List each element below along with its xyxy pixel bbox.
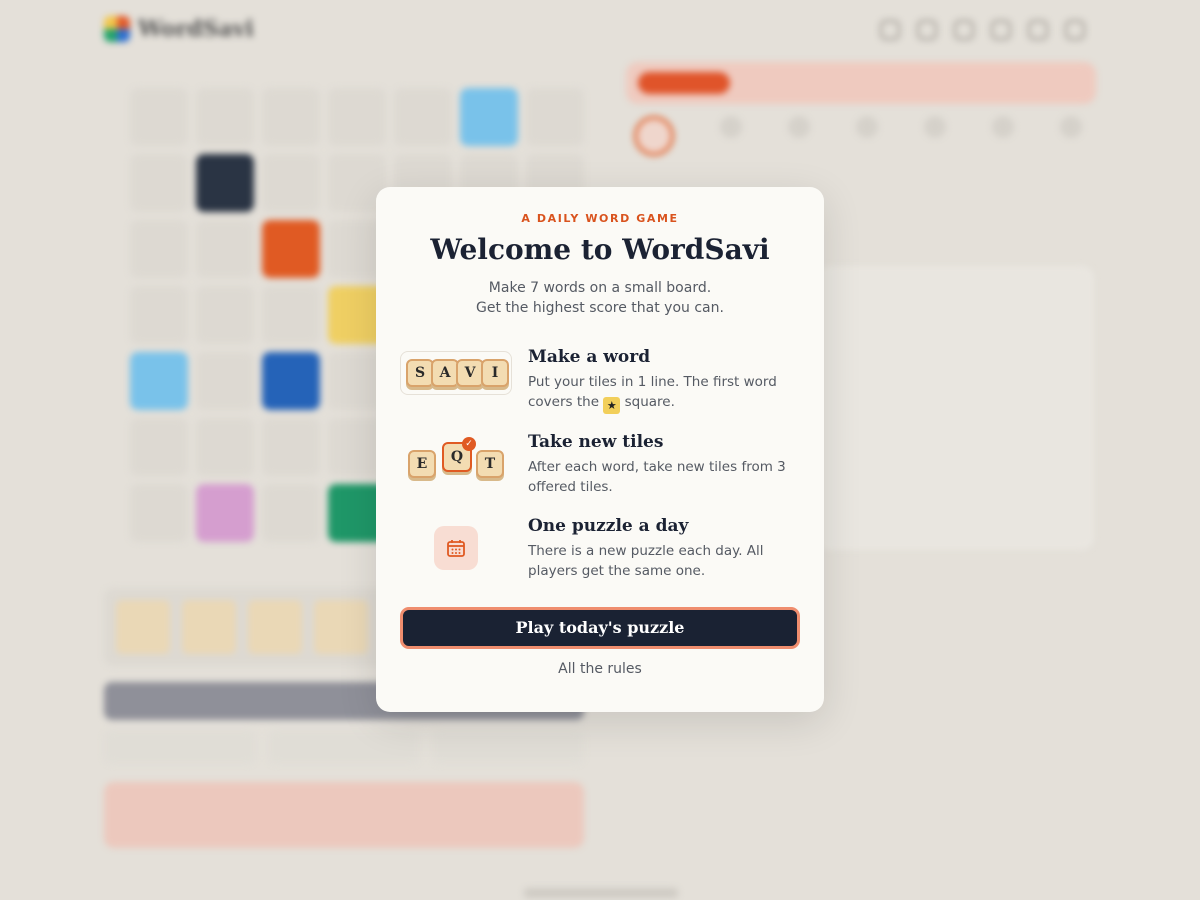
letter-tile: I	[481, 359, 509, 387]
play-todays-puzzle-button[interactable]: Play today's puzzle	[400, 607, 800, 649]
word-progress-steps	[634, 116, 1082, 156]
feature-description: There is a new puzzle each day. All play…	[528, 543, 764, 579]
rules-panel	[816, 266, 1094, 550]
all-rules-link[interactable]: All the rules	[376, 661, 824, 677]
board-cell[interactable]	[526, 88, 584, 146]
feature-title: Take new tiles	[528, 432, 664, 452]
step-marker	[1060, 116, 1082, 138]
board-cell[interactable]	[262, 418, 320, 476]
letter-tile: V	[456, 359, 484, 387]
bonus-cell[interactable]	[460, 88, 518, 146]
check-icon: ✓	[462, 437, 476, 451]
feature-daily-puzzle: One puzzle a day There is a new puzzle e…	[400, 516, 800, 580]
board-cell[interactable]	[130, 88, 188, 146]
score-stats	[860, 204, 1100, 248]
bonus-cell[interactable]	[130, 352, 188, 410]
modal-eyebrow: A DAILY WORD GAME	[521, 212, 679, 225]
discard-button[interactable]	[432, 730, 584, 764]
footer-link[interactable]	[524, 888, 678, 898]
board-cell[interactable]	[196, 286, 254, 344]
board-cell[interactable]	[196, 418, 254, 476]
board-cell[interactable]	[262, 286, 320, 344]
rack-tile[interactable]	[314, 600, 368, 654]
hint-panel	[104, 782, 584, 848]
row-labels	[104, 88, 124, 550]
step-marker	[720, 116, 742, 138]
feature-title: Make a word	[528, 347, 651, 367]
board-cell[interactable]	[328, 88, 386, 146]
bonus-cell[interactable]	[262, 352, 320, 410]
step-marker	[634, 116, 674, 156]
rack-tile[interactable]	[248, 600, 302, 654]
settings-icon[interactable]	[1065, 20, 1085, 40]
recall-tiles-button[interactable]	[104, 730, 256, 764]
help-icon[interactable]	[880, 20, 900, 40]
board-cell[interactable]	[130, 484, 188, 542]
board-cell[interactable]	[130, 220, 188, 278]
modal-title: Welcome to WordSavi	[430, 233, 770, 266]
font-icon[interactable]	[1028, 20, 1048, 40]
letter-tile: T	[476, 450, 504, 478]
board-cell[interactable]	[196, 220, 254, 278]
board-cell[interactable]	[262, 154, 320, 212]
feature-description: After each word, take new tiles from 3 o…	[528, 459, 786, 495]
board-cell[interactable]	[262, 88, 320, 146]
board-cell[interactable]	[130, 286, 188, 344]
step-marker	[788, 116, 810, 138]
letter-tile: A	[431, 359, 459, 387]
bonus-cell[interactable]	[196, 154, 254, 212]
bonus-cell[interactable]	[262, 220, 320, 278]
calendar-illustration	[400, 516, 512, 576]
feature-make-word: S A V I Make a word Put your tiles in 1 …	[400, 347, 800, 414]
board-cell[interactable]	[262, 484, 320, 542]
rack-actions	[104, 730, 584, 764]
feature-title: One puzzle a day	[528, 516, 689, 536]
letter-tile: E	[408, 450, 436, 478]
calendar-icon	[434, 526, 478, 570]
rack-tile[interactable]	[182, 600, 236, 654]
step-marker	[924, 116, 946, 138]
welcome-modal: A DAILY WORD GAME Welcome to WordSavi Ma…	[376, 187, 824, 712]
feature-description-text: square.	[624, 394, 675, 410]
calendar-icon[interactable]	[991, 20, 1011, 40]
feature-new-tiles: E Q ✓ T Take new tiles After each word, …	[400, 432, 800, 496]
board-cell[interactable]	[196, 88, 254, 146]
brand-name: WordSavi	[138, 16, 254, 42]
offered-tiles-illustration: E Q ✓ T	[400, 432, 512, 492]
feature-description: Put your tiles in 1 line. The first word…	[528, 372, 798, 414]
toolbar-icons	[880, 20, 1085, 40]
banner-badge	[638, 72, 730, 94]
logo-icon	[104, 16, 130, 42]
shuffle-rack-button[interactable]	[268, 730, 420, 764]
stats-icon[interactable]	[917, 20, 937, 40]
board-cell[interactable]	[196, 352, 254, 410]
board-cell[interactable]	[130, 154, 188, 212]
modal-subtitle-line1: Make 7 words on a small board.	[488, 280, 712, 296]
board-cell[interactable]	[130, 418, 188, 476]
letter-tile: S	[406, 359, 434, 387]
attempt-banner	[626, 62, 1096, 104]
rack-tile[interactable]	[116, 600, 170, 654]
step-marker	[992, 116, 1014, 138]
brand: WordSavi	[104, 16, 254, 42]
user-icon[interactable]	[954, 20, 974, 40]
star-icon: ★	[603, 397, 621, 414]
word-tiles-illustration: S A V I	[400, 347, 512, 407]
step-marker	[856, 116, 878, 138]
bonus-cell[interactable]	[196, 484, 254, 542]
modal-subtitle-line2: Get the highest score that you can.	[476, 300, 724, 316]
board-cell[interactable]	[394, 88, 452, 146]
